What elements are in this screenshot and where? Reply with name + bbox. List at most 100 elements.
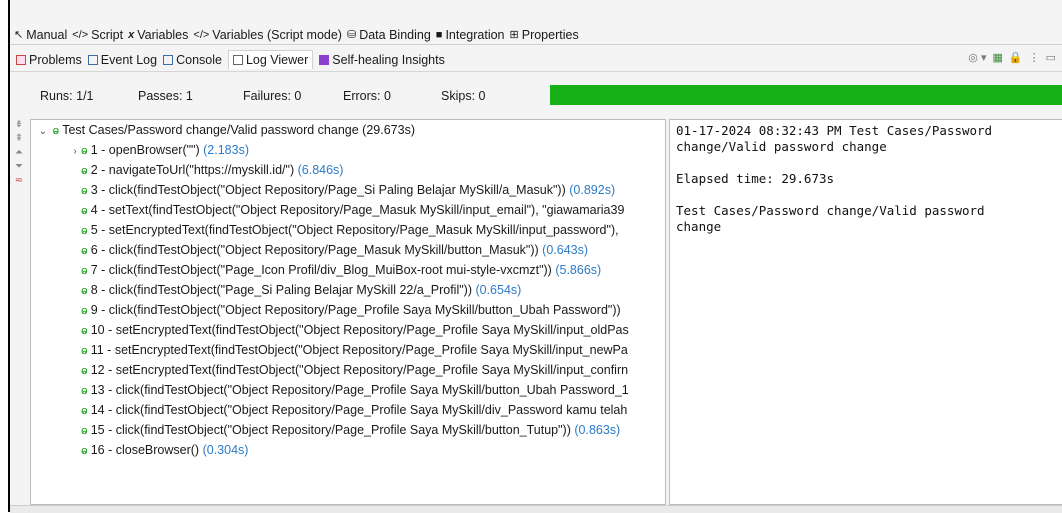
chevron-right-icon[interactable]: › xyxy=(69,142,81,162)
tree-step[interactable]: ⱺ4 - setText(findTestObject("Object Repo… xyxy=(69,200,624,220)
lock-icon[interactable]: 🔒 xyxy=(1009,51,1023,64)
skips-count: Skips: 0 xyxy=(441,89,486,103)
log-viewer-icon xyxy=(232,55,243,65)
tab-event-log[interactable]: Event Log xyxy=(87,52,158,67)
runs-count: Runs: 1/1 xyxy=(40,89,94,103)
passed-icon: ⱺ xyxy=(81,145,88,157)
passed-icon: ⱺ xyxy=(81,425,88,437)
failures-only-icon[interactable]: ≂ xyxy=(14,175,24,186)
view-menu-icon[interactable]: ◎ ▾ xyxy=(968,51,986,64)
expand-all-icon[interactable]: ⇟ xyxy=(14,119,24,130)
tree-step[interactable]: ⱺ 13 - click(findTestObject("Object Repos… xyxy=(69,380,629,400)
step-label: 11 - setEncryptedText(findTestObject("Ob… xyxy=(90,343,628,357)
passed-icon: ⱺ xyxy=(81,445,88,457)
cutoff-strip xyxy=(10,0,1062,8)
tab-label: Event Log xyxy=(100,52,158,67)
collapse-all-icon[interactable]: ⇞ xyxy=(14,133,24,144)
tree-step[interactable]: ⱺ3 - click(findTestObject("Object Reposi… xyxy=(69,180,615,200)
panel-tab-bar: Problems Event Log Console Log Viewer Se… xyxy=(10,48,1062,72)
step-label: 14 - click(findTestObject("Object Reposi… xyxy=(90,403,628,417)
step-label: 2 - navigateToUrl("https://myskill.id/") xyxy=(90,163,295,177)
detail-header: 01-17-2024 08:32:43 PM Test Cases/Passwo… xyxy=(676,123,993,154)
step-label: 5 - setEncryptedText(findTestObject("Obj… xyxy=(90,223,619,237)
step-duration: (0.654s) xyxy=(475,283,522,297)
step-label: 9 - click(findTestObject("Object Reposit… xyxy=(90,303,621,317)
panel-toolbar: ◎ ▾ ▦ 🔒 ⋮ ▭ xyxy=(968,51,1056,64)
tree-root-label: Test Cases/Password change/Valid passwor… xyxy=(62,123,359,137)
step-label: 15 - click(findTestObject("Object Reposi… xyxy=(90,423,571,437)
passed-icon: ⱺ xyxy=(81,185,88,197)
step-label: 16 - closeBrowser() xyxy=(90,443,200,457)
tab-integration[interactable]: ■ Integration xyxy=(436,28,505,42)
chevron-down-icon[interactable]: ⌄ xyxy=(37,122,49,142)
database-icon: ⛁ xyxy=(346,28,357,41)
script-mode-icon: </> xyxy=(193,28,210,41)
script-icon: </> xyxy=(72,28,89,41)
event-log-icon xyxy=(87,54,98,65)
passed-icon: ⱺ xyxy=(81,245,88,257)
console-icon xyxy=(163,54,174,65)
tree-step[interactable]: ⱺ8 - click(findTestObject("Page_Si Palin… xyxy=(69,280,521,300)
step-label: 1 - openBrowser("") xyxy=(90,143,200,157)
previous-icon[interactable]: ⏶ xyxy=(14,147,24,158)
step-duration: (0.643s) xyxy=(542,243,589,257)
tree-step[interactable]: ⱺ7 - click(findTestObject("Page_Icon Pro… xyxy=(69,260,601,280)
passes-count: Passes: 1 xyxy=(138,89,193,103)
tab-properties[interactable]: ⊞ Properties xyxy=(510,28,579,42)
step-duration: (0.304s) xyxy=(202,443,249,457)
tab-manual[interactable]: ↖ Manual xyxy=(14,28,67,42)
tree-step[interactable]: ⱺ 12 - setEncryptedText(findTestObject("O… xyxy=(69,360,628,380)
step-label: 12 - setEncryptedText(findTestObject("Ob… xyxy=(90,363,629,377)
tree-root[interactable]: ⌄ ⱺ Test Cases/Password change/Valid pass… xyxy=(37,120,415,140)
tab-label: Data Binding xyxy=(359,28,431,42)
tab-label: Script xyxy=(91,28,124,42)
tab-label: Self-healing Insights xyxy=(332,52,445,67)
tree-step[interactable]: ⱺ 15 - click(findTestObject("Object Repos… xyxy=(69,420,620,440)
tree-step[interactable]: ⱺ 11 - setEncryptedText(findTestObject("O… xyxy=(69,340,628,360)
tab-label: Variables (Script mode) xyxy=(212,28,342,42)
step-label: 7 - click(findTestObject("Page_Icon Prof… xyxy=(90,263,552,277)
more-icon[interactable]: ⋮ xyxy=(1029,51,1040,64)
tab-problems[interactable]: Problems xyxy=(16,53,82,67)
passed-icon: ⱺ xyxy=(81,225,88,237)
tab-log-viewer[interactable]: Log Viewer xyxy=(227,50,314,69)
tab-label: Log Viewer xyxy=(245,53,309,67)
tab-label: Properties xyxy=(521,28,579,42)
next-icon[interactable]: ⏷ xyxy=(14,161,24,172)
step-duration: (0.863s) xyxy=(574,423,621,437)
tab-label: Problems xyxy=(29,52,82,67)
passed-icon: ⱺ xyxy=(81,205,88,217)
layout-icon[interactable]: ▦ xyxy=(992,51,1002,64)
integration-icon: ■ xyxy=(435,28,443,41)
tab-data-binding[interactable]: ⛁ Data Binding xyxy=(347,28,431,42)
test-tree: ⌄ ⱺ Test Cases/Password change/Valid pass… xyxy=(30,119,666,505)
tab-self-healing-insights[interactable]: Self-healing Insights xyxy=(319,53,445,67)
passed-icon: ⱺ xyxy=(81,285,88,297)
tree-step[interactable]: ⱺ5 - setEncryptedText(findTestObject("Ob… xyxy=(69,220,619,240)
tab-script[interactable]: </> Script xyxy=(72,28,123,42)
passed-icon: ⱺ xyxy=(81,405,88,417)
tree-step[interactable]: ⱺ 10 - setEncryptedText(findTestObject("O… xyxy=(69,320,629,340)
elapsed-time: Elapsed time: 29.673s xyxy=(676,171,835,186)
tab-label: Integration xyxy=(445,28,505,42)
passed-icon: ⱺ xyxy=(81,345,88,357)
tree-step[interactable]: ⱺ2 - navigateToUrl("https://myskill.id/"… xyxy=(69,160,343,180)
tree-side-toolbar: ⇟ ⇞ ⏶ ⏷ ≂ xyxy=(10,119,28,186)
tree-step[interactable]: › ⱺ 1 - openBrowser("") (2.183s) xyxy=(69,140,249,160)
tab-variables-script-mode[interactable]: </> Variables (Script mode) xyxy=(193,28,342,42)
step-label: 13 - click(findTestObject("Object Reposi… xyxy=(90,383,629,397)
tree-step[interactable]: ⱺ 14 - click(findTestObject("Object Repos… xyxy=(69,400,627,420)
errors-count: Errors: 0 xyxy=(343,89,391,103)
tree-step[interactable]: ⱺ9 - click(findTestObject("Object Reposi… xyxy=(69,300,621,320)
log-detail-pane: 01-17-2024 08:32:43 PM Test Cases/Passwo… xyxy=(669,119,1062,505)
tab-console[interactable]: Console xyxy=(163,53,222,67)
tree-step[interactable]: ⱺ 16 - closeBrowser() (0.304s) xyxy=(69,440,248,460)
minimize-icon[interactable]: ▭ xyxy=(1046,51,1056,64)
step-label: 6 - click(findTestObject("Object Reposit… xyxy=(90,243,539,257)
tab-label: Variables xyxy=(137,28,189,42)
tree-step[interactable]: ⱺ6 - click(findTestObject("Object Reposi… xyxy=(69,240,588,260)
tab-variables[interactable]: x Variables xyxy=(128,28,188,42)
step-label: 8 - click(findTestObject("Page_Si Paling… xyxy=(90,283,472,297)
tab-label: Console xyxy=(176,52,222,67)
passed-icon: ⱺ xyxy=(81,165,88,177)
